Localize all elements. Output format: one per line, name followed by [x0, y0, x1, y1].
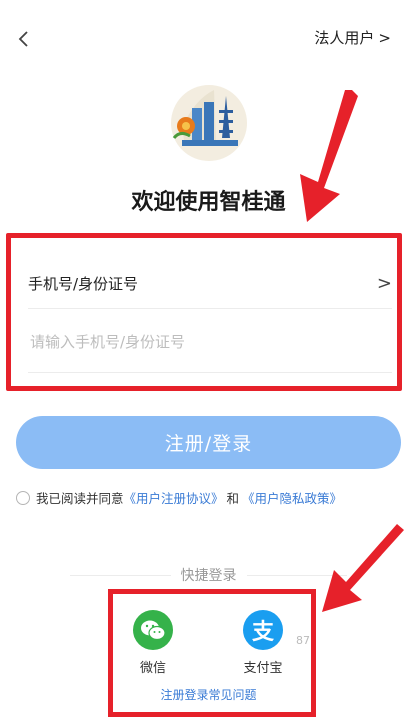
- user-agreement-link[interactable]: 《用户注册协议》: [124, 488, 224, 507]
- alipay-icon[interactable]: 支: [243, 610, 283, 650]
- account-type-label: 手机号/身份证号: [28, 274, 139, 293]
- register-login-button[interactable]: 注册/登录: [16, 416, 401, 469]
- chevron-right-icon: >: [378, 28, 391, 47]
- agree-checkbox[interactable]: [16, 490, 30, 505]
- wechat-label: 微信: [139, 661, 166, 676]
- account-type-selector[interactable]: 手机号/身份证号 >: [28, 258, 392, 309]
- agreement-prefix: 我已阅读并同意: [36, 491, 124, 506]
- alipay-label: 支付宝: [243, 661, 283, 676]
- partial-text: 87: [296, 634, 310, 647]
- legal-user-label: 法人用户: [314, 29, 375, 47]
- back-icon[interactable]: [12, 26, 38, 52]
- wechat-icon[interactable]: [133, 610, 173, 650]
- chevron-right-icon: >: [376, 272, 392, 294]
- page-title: 欢迎使用智桂通: [131, 190, 286, 215]
- account-input-row: [28, 312, 392, 373]
- agreement-row: 我已阅读并同意 《用户注册协议》 和 《用户隐私政策》: [16, 488, 342, 507]
- quick-login-title: 快捷登录: [0, 565, 417, 585]
- agreement-conjunction: 和: [226, 491, 240, 506]
- faq-link[interactable]: 注册登录常见问题: [0, 686, 417, 703]
- app-logo: [164, 80, 254, 166]
- account-input[interactable]: [28, 332, 392, 352]
- legal-user-link[interactable]: 法人用户 >: [314, 27, 391, 48]
- privacy-policy-link[interactable]: 《用户隐私政策》: [242, 488, 342, 507]
